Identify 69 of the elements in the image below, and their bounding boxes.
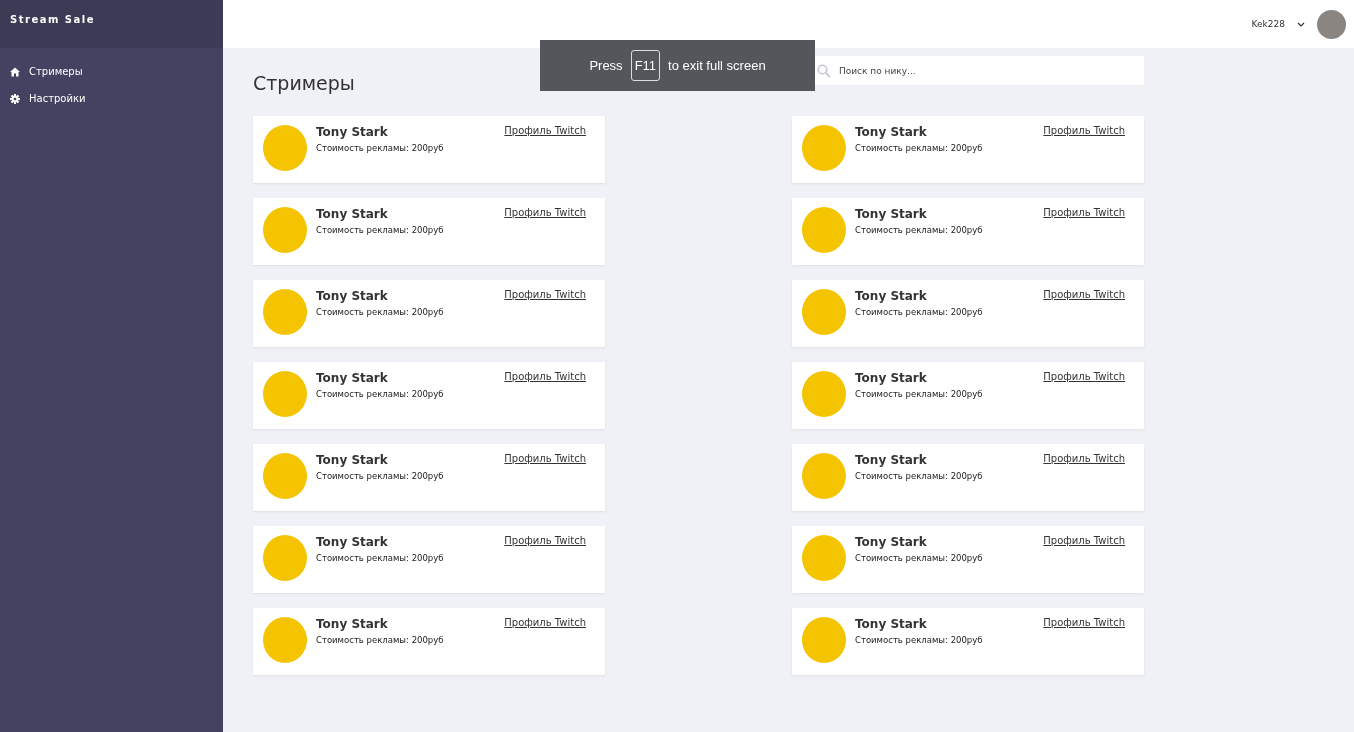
- chevron-down-icon: [1297, 21, 1305, 27]
- ad-price: Стоимость рекламы: 200руб: [855, 307, 984, 317]
- ad-price: Стоимость рекламы: 200руб: [316, 635, 445, 645]
- search-icon: [817, 64, 831, 78]
- ad-price: Стоимость рекламы: 200руб: [316, 143, 445, 153]
- streamer-name: Tony Stark: [316, 125, 389, 139]
- streamer-name: Tony Stark: [316, 371, 389, 385]
- avatar-placeholder: [263, 125, 307, 171]
- streamer-name: Tony Stark: [855, 207, 928, 221]
- sidebar-item[interactable]: Настройки: [0, 91, 223, 106]
- avatar-placeholder: [263, 535, 307, 581]
- streamer-name: Tony Stark: [855, 125, 928, 139]
- avatar-placeholder: [263, 207, 307, 253]
- ad-price: Стоимость рекламы: 200руб: [316, 553, 445, 563]
- ad-price: Стоимость рекламы: 200руб: [855, 471, 984, 481]
- ad-price: Стоимость рекламы: 200руб: [316, 389, 445, 399]
- ad-price: Стоимость рекламы: 200руб: [855, 553, 984, 563]
- streamer-name: Tony Stark: [316, 535, 389, 549]
- avatar-placeholder: [802, 535, 846, 581]
- avatar-placeholder: [802, 617, 846, 663]
- twitch-profile-link[interactable]: Профиль Twitch: [504, 371, 586, 382]
- ad-price: Стоимость рекламы: 200руб: [855, 143, 984, 153]
- avatar-placeholder: [802, 453, 846, 499]
- avatar-placeholder: [263, 371, 307, 417]
- twitch-profile-link[interactable]: Профиль Twitch: [1043, 371, 1125, 382]
- streamer-name: Tony Stark: [316, 617, 389, 631]
- avatar-placeholder: [802, 207, 846, 253]
- sidebar-item[interactable]: Стримеры: [0, 64, 223, 79]
- notice-text: to exit full screen: [668, 58, 766, 73]
- streamer-name: Tony Stark: [855, 617, 928, 631]
- twitch-profile-link[interactable]: Профиль Twitch: [504, 289, 586, 300]
- twitch-profile-link[interactable]: Профиль Twitch: [1043, 207, 1125, 218]
- ad-price: Стоимость рекламы: 200руб: [855, 389, 984, 399]
- twitch-profile-link[interactable]: Профиль Twitch: [504, 125, 586, 136]
- user-menu[interactable]: Kek228: [1245, 18, 1311, 30]
- twitch-profile-link[interactable]: Профиль Twitch: [504, 535, 586, 546]
- ad-price: Стоимость рекламы: 200руб: [316, 471, 445, 481]
- home-icon: [10, 66, 20, 77]
- twitch-profile-link[interactable]: Профиль Twitch: [1043, 617, 1125, 628]
- twitch-profile-link[interactable]: Профиль Twitch: [504, 207, 586, 218]
- twitch-profile-link[interactable]: Профиль Twitch: [1043, 125, 1125, 136]
- streamer-name: Tony Stark: [316, 207, 389, 221]
- avatar-placeholder: [263, 617, 307, 663]
- streamer-name: Tony Stark: [855, 371, 928, 385]
- app-logo: Stream Sale: [10, 13, 95, 25]
- twitch-profile-link[interactable]: Профиль Twitch: [1043, 535, 1125, 546]
- streamer-name: Tony Stark: [855, 535, 928, 549]
- avatar-placeholder: [802, 371, 846, 417]
- twitch-profile-link[interactable]: Профиль Twitch: [504, 453, 586, 464]
- streamer-name: Tony Stark: [316, 289, 389, 303]
- streamer-name: Tony Stark: [855, 289, 928, 303]
- twitch-profile-link[interactable]: Профиль Twitch: [504, 617, 586, 628]
- streamer-name: Tony Stark: [855, 453, 928, 467]
- page-title: Стримеры: [253, 72, 355, 94]
- ad-price: Стоимость рекламы: 200руб: [855, 225, 984, 235]
- ad-price: Стоимость рекламы: 200руб: [316, 225, 445, 235]
- streamer-name: Tony Stark: [316, 453, 389, 467]
- key-label: F11: [630, 50, 661, 81]
- avatar-placeholder: [802, 125, 846, 171]
- user-avatar[interactable]: [1317, 9, 1346, 39]
- notice-text: Press: [589, 58, 623, 73]
- twitch-profile-link[interactable]: Профиль Twitch: [1043, 289, 1125, 300]
- ad-price: Стоимость рекламы: 200руб: [316, 307, 445, 317]
- gear-icon: [10, 93, 20, 104]
- avatar-placeholder: [802, 289, 846, 335]
- twitch-profile-link[interactable]: Профиль Twitch: [1043, 453, 1125, 464]
- ad-price: Стоимость рекламы: 200руб: [855, 635, 984, 645]
- avatar-placeholder: [263, 453, 307, 499]
- avatar-placeholder: [263, 289, 307, 335]
